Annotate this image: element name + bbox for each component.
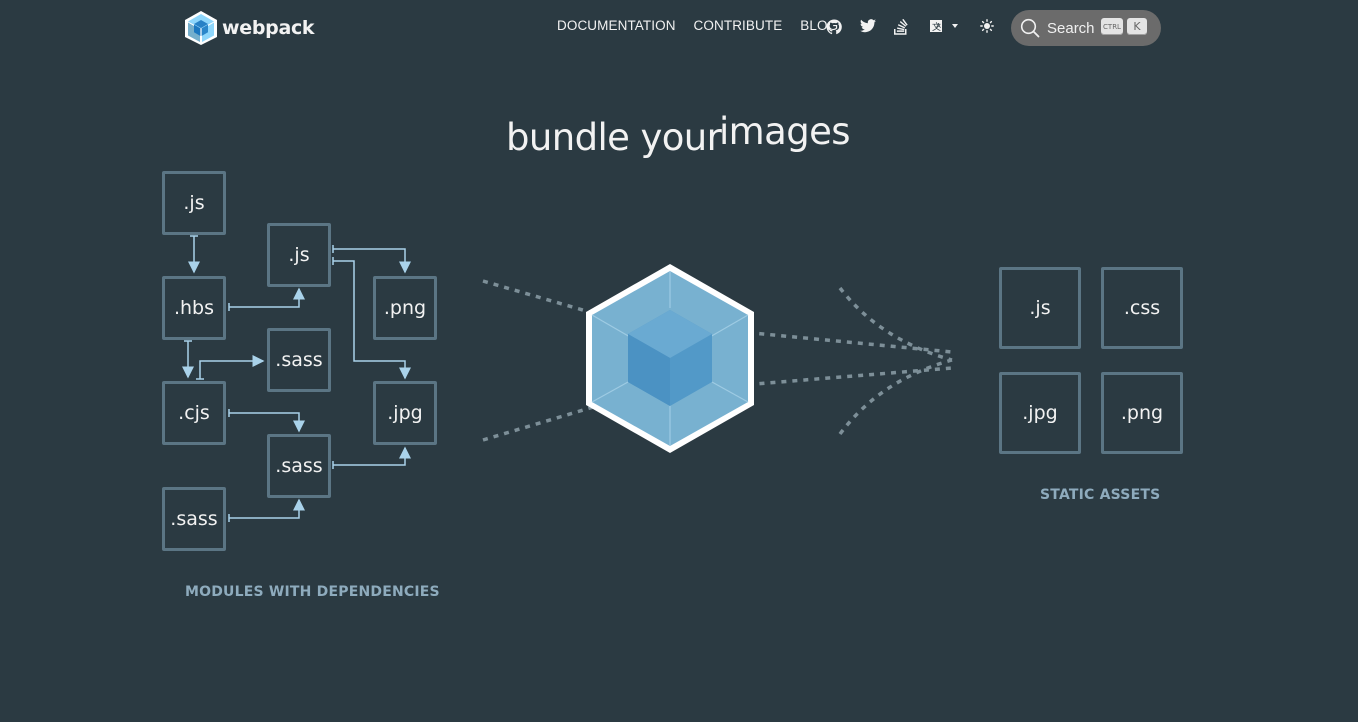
search-icon bbox=[1020, 18, 1040, 38]
nav-contribute[interactable]: CONTRIBUTE bbox=[694, 18, 783, 33]
search-button[interactable]: Search CTRL K bbox=[1011, 10, 1161, 46]
twitter-icon[interactable] bbox=[860, 19, 876, 33]
nav-documentation[interactable]: DOCUMENTATION bbox=[557, 18, 676, 33]
assets-caption: STATIC ASSETS bbox=[1040, 487, 1161, 503]
search-label: Search bbox=[1047, 19, 1095, 37]
webpack-cube-icon bbox=[185, 11, 217, 45]
asset-jpg: .jpg bbox=[999, 372, 1081, 454]
keyboard-k-key: K bbox=[1127, 18, 1147, 35]
language-icon[interactable]: 文 A bbox=[929, 19, 959, 33]
asset-css: .css bbox=[1101, 267, 1183, 349]
headline-text: bundle your bbox=[506, 116, 722, 159]
module-hbs: .hbs bbox=[162, 276, 226, 340]
module-sass-3: .sass bbox=[162, 487, 226, 551]
module-js-1: .js bbox=[162, 171, 226, 235]
github-icon[interactable] bbox=[826, 19, 842, 35]
module-jpg: .jpg bbox=[373, 381, 437, 445]
asset-js: .js bbox=[999, 267, 1081, 349]
stack-overflow-icon[interactable] bbox=[894, 19, 908, 35]
main-nav: DOCUMENTATION CONTRIBUTE BLOG bbox=[557, 18, 856, 33]
webpack-cube-graphic bbox=[586, 264, 754, 453]
logo-text: webpack bbox=[222, 17, 315, 39]
module-sass-2: .sass bbox=[267, 434, 331, 498]
webpack-logo-link[interactable]: webpack bbox=[184, 10, 315, 46]
asset-png: .png bbox=[1101, 372, 1183, 454]
theme-toggle-icon[interactable] bbox=[980, 19, 994, 33]
module-cjs: .cjs bbox=[162, 381, 226, 445]
bundle-diagram bbox=[182, 235, 953, 522]
module-sass-1: .sass bbox=[267, 328, 331, 392]
keyboard-ctrl-key: CTRL bbox=[1101, 18, 1123, 35]
module-js-2: .js bbox=[267, 223, 331, 287]
module-png: .png bbox=[373, 276, 437, 340]
headline-rotating-word: images bbox=[719, 110, 851, 153]
modules-caption: MODULES WITH DEPENDENCIES bbox=[185, 584, 440, 600]
top-navigation: webpack DOCUMENTATION CONTRIBUTE BLOG 文 … bbox=[0, 0, 1358, 56]
svg-text:A: A bbox=[936, 22, 941, 30]
dotted-flow-lines bbox=[482, 279, 953, 442]
